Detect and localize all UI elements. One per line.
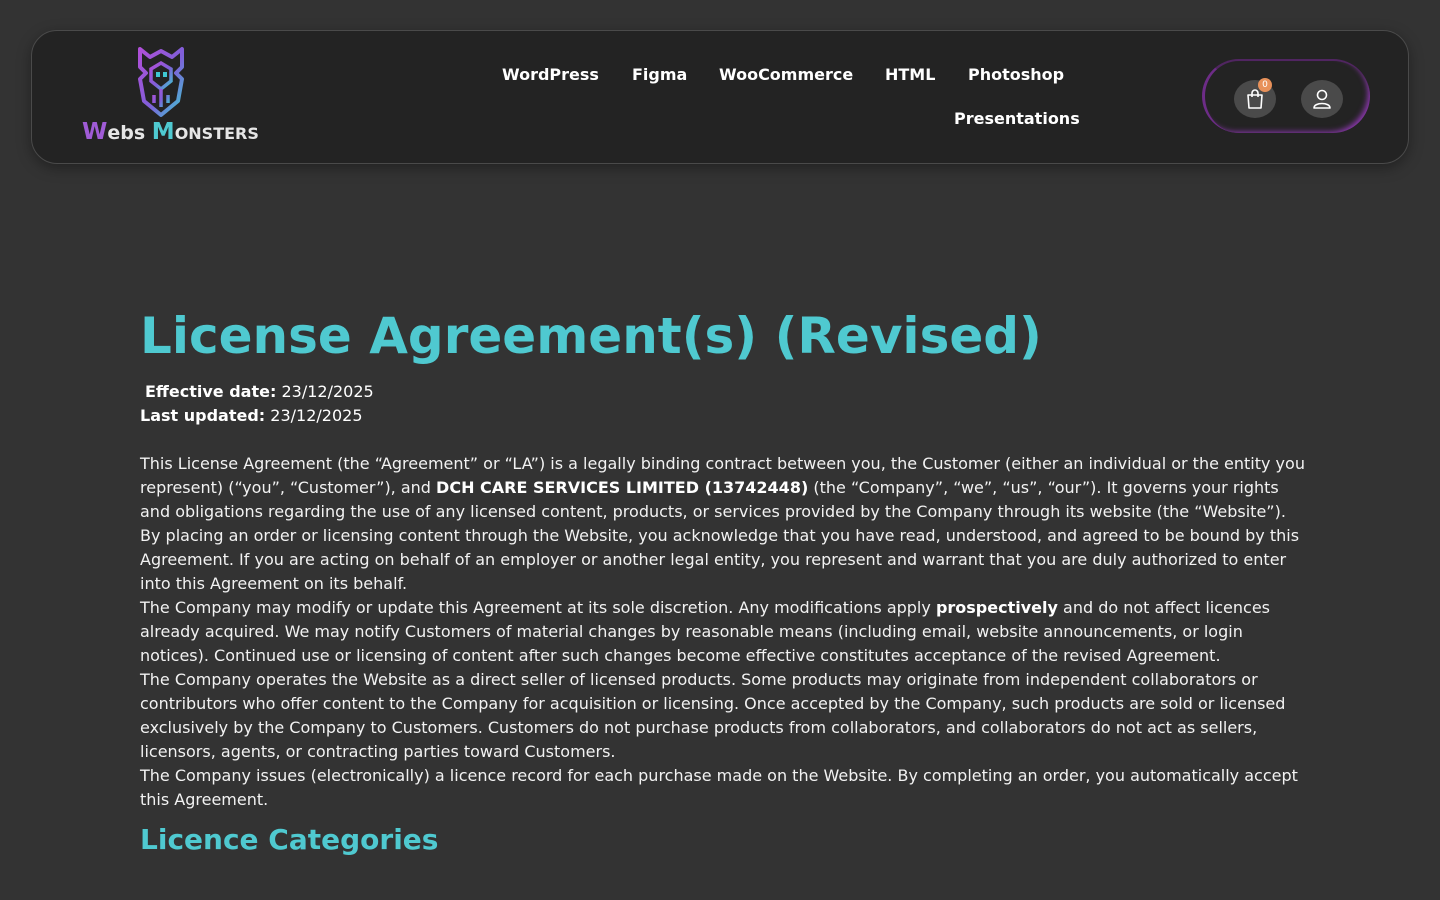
site-header: Webs MONSTERS WordPress Figma WooCommerc… [31, 30, 1409, 164]
nav-item-html[interactable]: HTML [885, 65, 935, 84]
nav-item-figma[interactable]: Figma [632, 65, 687, 84]
nav-item-woocommerce[interactable]: WooCommerce [719, 65, 853, 84]
paragraph-licence-record: The Company issues (electronically) a li… [140, 766, 1298, 809]
last-updated-value: 23/12/2025 [270, 406, 363, 425]
agreement-dates: Effective date: 23/12/2025 Last updated:… [140, 380, 1310, 428]
prospectively-emphasis: prospectively [935, 598, 1058, 617]
account-button[interactable] [1301, 80, 1343, 118]
nav-item-photoshop[interactable]: Photoshop [968, 65, 1064, 84]
site-logo[interactable]: Webs MONSTERS [82, 45, 259, 145]
paragraph-acceptance: By placing an order or licensing content… [140, 526, 1300, 593]
last-updated-label: Last updated: [140, 406, 266, 425]
company-name: DCH CARE SERVICES LIMITED (13742448) [436, 478, 809, 497]
header-actions [1202, 59, 1372, 133]
page-title: License Agreement(s) (Revised) [140, 307, 1042, 365]
nav-item-wordpress[interactable]: WordPress [502, 65, 599, 84]
effective-date-value: 23/12/2025 [281, 382, 374, 401]
brand-word-1: ebs [107, 122, 146, 144]
brand-initial-w: W [82, 119, 108, 145]
effective-date-row: Effective date: 23/12/2025 [140, 380, 1310, 404]
brand-initial-m: M [151, 119, 175, 145]
cart-button[interactable]: 0 [1234, 78, 1276, 118]
paragraph-intro: This License Agreement (the “Agreement” … [140, 452, 1310, 524]
brand-word-2: ONSTERS [174, 124, 259, 143]
cart-count-badge: 0 [1258, 78, 1272, 92]
main-content: License Agreement(s) (Revised) Effective… [140, 300, 1310, 860]
actions-glow [1202, 59, 1370, 133]
last-updated-row: Last updated: 23/12/2025 [140, 404, 1310, 428]
paragraph-modifications: The Company may modify or update this Ag… [140, 596, 1310, 668]
user-icon [1313, 89, 1331, 109]
brand-wordmark: Webs MONSTERS [82, 119, 259, 145]
monster-shield-icon [138, 47, 184, 117]
paragraph-modifications-start: The Company may modify or update this Ag… [140, 598, 936, 617]
section-title-licence-categories: Licence Categories [140, 823, 439, 856]
paragraph-seller: The Company operates the Website as a di… [140, 670, 1286, 761]
nav-item-presentations[interactable]: Presentations [954, 109, 1080, 128]
effective-date-label: Effective date: [145, 382, 277, 401]
agreement-body: This License Agreement (the “Agreement” … [140, 452, 1310, 812]
